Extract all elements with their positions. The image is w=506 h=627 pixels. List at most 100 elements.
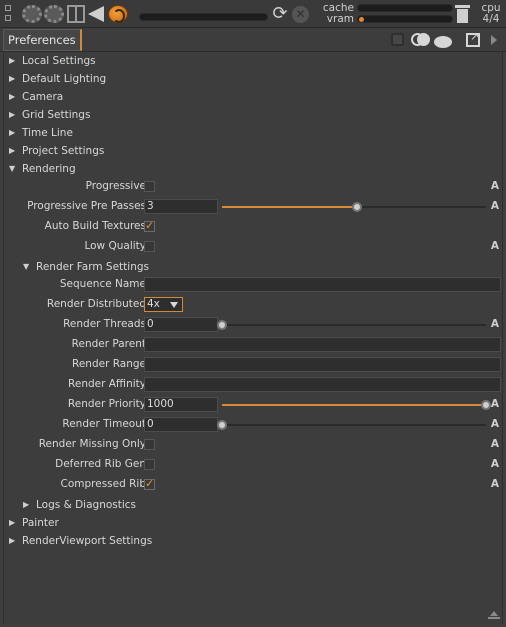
layout-icon[interactable] [67,5,85,23]
grip-icon[interactable] [3,5,13,23]
section-painter[interactable]: ▶ Painter [4,514,504,532]
property-label: Render Threads [63,318,146,330]
section-time-line[interactable]: ▶ Time Line [4,124,504,142]
progressive-pre-passes-field[interactable]: 3 [144,199,218,214]
compressed-rib-checkbox[interactable] [144,477,155,490]
render-missing-only-checkbox[interactable] [144,439,155,450]
property-label: Render Priority [67,398,146,410]
animate-button[interactable]: A [490,478,500,490]
property-label: Render Missing Only [38,438,146,450]
render-priority-field[interactable]: 1000 [144,397,218,412]
section-grid-settings[interactable]: ▶ Grid Settings [4,106,504,124]
slider-handle[interactable] [351,202,362,212]
render-range-field[interactable] [144,357,501,372]
section-label: Project Settings [22,145,105,157]
expand-triangle-icon: ▶ [9,56,16,65]
section-camera[interactable]: ▶ Camera [4,88,504,106]
section-default-lighting[interactable]: ▶ Default Lighting [4,70,504,88]
slider-track [222,424,486,426]
animate-button[interactable]: A [490,398,500,410]
property-progressive: Progressive A [4,178,504,196]
property-render-priority: Render Priority 1000 A [4,396,504,414]
panel-header: Preferences [0,28,506,52]
circles-icon[interactable] [411,33,431,49]
collapse-triangle-icon: ▼ [9,164,16,173]
cache-meter [357,4,453,12]
section-local-settings[interactable]: ▶ Local Settings [4,52,504,70]
section-render-farm-settings[interactable]: ▼ Render Farm Settings [4,258,504,276]
property-label: Low Quality [84,240,146,252]
property-progressive-pre-passes: Progressive Pre Passes 3 A [4,198,504,216]
render-progress-bar [139,13,268,21]
property-label: Deferred Rib Gen [55,458,146,470]
property-label: Render Parent [71,338,146,350]
auto-build-textures-checkbox[interactable] [144,219,155,232]
low-quality-checkbox[interactable] [144,241,155,252]
gear-icon[interactable] [44,5,64,23]
render-affinity-field[interactable] [144,377,501,392]
property-deferred-rib-gen: Deferred Rib Gen A [4,456,504,474]
animate-button[interactable]: A [490,318,500,330]
ellipse-icon[interactable] [434,36,452,48]
section-renderviewport-settings[interactable]: ▶ RenderViewport Settings [4,532,504,550]
expand-triangle-icon: ▶ [9,110,16,119]
gear-icon[interactable] [22,5,42,23]
animate-button[interactable]: A [490,200,500,212]
expand-arrow-icon[interactable] [491,35,497,45]
expand-triangle-icon: ▶ [9,92,16,101]
lock-icon[interactable] [391,33,404,46]
property-low-quality: Low Quality A [4,238,504,256]
section-label: Logs & Diagnostics [36,499,137,511]
cpu-value: 4/4 [482,13,500,25]
section-label: Painter [22,517,59,529]
globe-icon[interactable] [108,5,128,23]
render-distributed-dropdown[interactable]: 4x [144,297,183,312]
slider-handle[interactable] [217,420,227,430]
sequence-name-field[interactable] [144,277,501,292]
slider-track [222,324,486,326]
progressive-checkbox[interactable] [144,181,155,192]
property-render-range: Render Range [4,356,504,374]
property-render-threads: Render Threads 0 A [4,316,504,334]
property-render-timeout: Render Timeout 0 A [4,416,504,434]
expand-triangle-icon: ▶ [9,536,16,545]
vram-meter-fill [359,17,364,22]
tab-preferences[interactable]: Preferences [3,29,82,51]
animate-button[interactable]: A [490,458,500,470]
slider-fill [222,206,357,208]
section-rendering[interactable]: ▼ Rendering [4,160,504,178]
panel-resize-grip-icon[interactable] [488,611,500,621]
animate-button[interactable]: A [490,240,500,252]
preferences-panel: ▶ Local Settings ▶ Default Lighting ▶ Ca… [3,52,503,624]
render-threads-field[interactable]: 0 [144,317,218,332]
property-auto-build-textures: Auto Build Textures [4,218,504,236]
property-label: Sequence Name [59,278,146,290]
slider-fill [222,404,486,406]
render-timeout-field[interactable]: 0 [144,417,218,432]
section-project-settings[interactable]: ▶ Project Settings [4,142,504,160]
property-label: Render Timeout [62,418,146,430]
property-sequence-name: Sequence Name [4,276,504,294]
section-logs-diagnostics[interactable]: ▶ Logs & Diagnostics [4,496,504,514]
stop-icon[interactable]: ✕ [292,6,309,23]
trash-icon[interactable] [455,5,470,23]
vram-label: vram [326,13,354,25]
section-label: Render Farm Settings [36,261,149,273]
section-label: Camera [22,91,64,103]
render-parent-field[interactable] [144,337,501,352]
refresh-icon[interactable]: ⟳ [270,5,290,23]
animate-button[interactable]: A [490,438,500,450]
property-render-parent: Render Parent [4,336,504,354]
animate-button[interactable]: A [490,180,500,192]
deferred-rib-gen-checkbox[interactable] [144,459,155,470]
expand-triangle-icon: ▶ [23,500,30,509]
property-label: Render Range [72,358,146,370]
slider-handle[interactable] [217,320,227,330]
section-label: RenderViewport Settings [22,535,153,547]
property-label: Compressed Rib [60,478,146,490]
popout-icon[interactable] [466,30,480,47]
animate-button[interactable]: A [490,418,500,430]
back-arrow-icon[interactable] [88,5,106,23]
property-label: Auto Build Textures [44,220,146,232]
property-label: Progressive [85,180,146,192]
